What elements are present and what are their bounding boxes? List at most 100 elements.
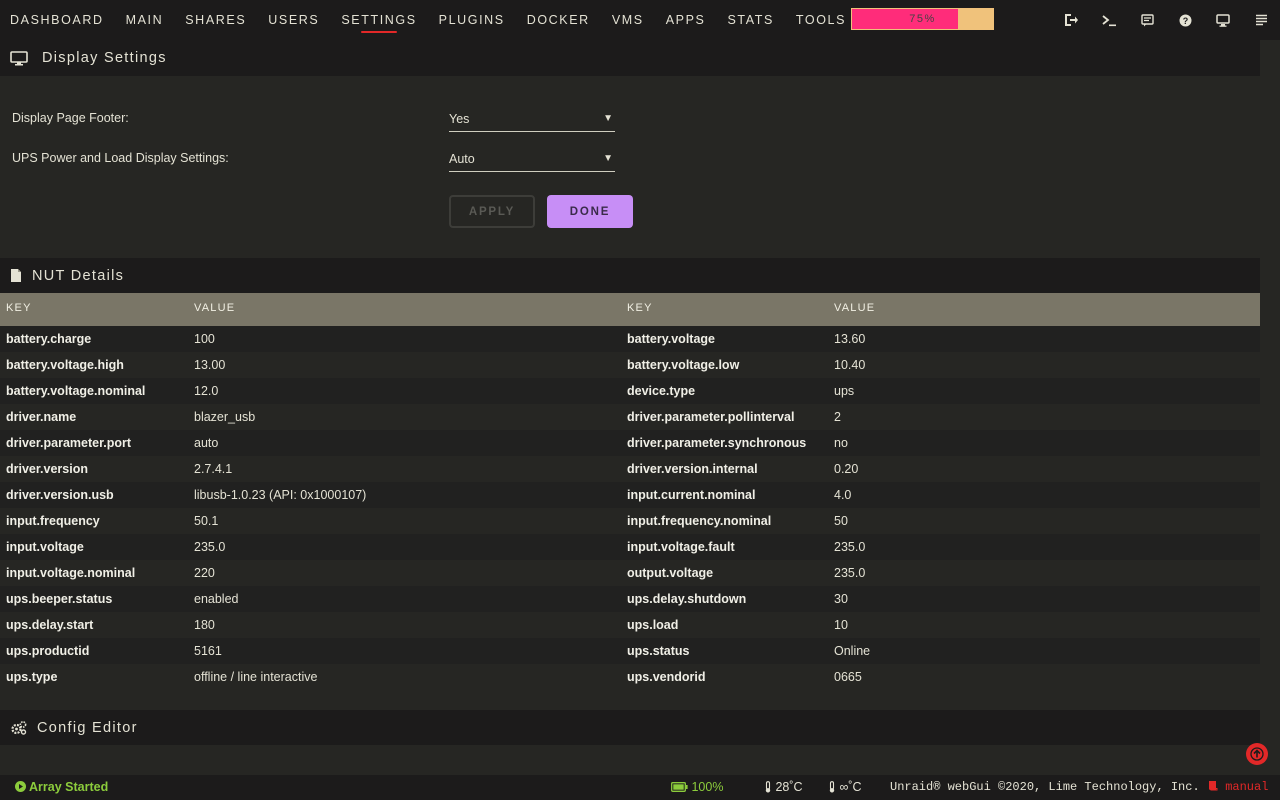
- nut-value: ups: [834, 384, 855, 398]
- nut-key: driver.parameter.synchronous: [627, 436, 807, 450]
- feedback-icon[interactable]: [1128, 0, 1166, 40]
- nut-value: 0665: [834, 670, 862, 684]
- nut-value: 50.1: [194, 514, 219, 528]
- nut-key: driver.parameter.port: [6, 436, 132, 450]
- thermometer-icon: [765, 781, 771, 793]
- nav-item-docker[interactable]: DOCKER: [527, 0, 590, 40]
- ups-display-label: UPS Power and Load Display Settings:: [12, 151, 229, 165]
- table-row: input.voltage 235.0 input.voltage.fault 235…: [0, 534, 1260, 560]
- nut-key: ups.load: [627, 618, 679, 632]
- table-row: input.voltage.nominal 220 output.voltage 23…: [0, 560, 1260, 586]
- terminal-icon[interactable]: [1090, 0, 1128, 40]
- nut-value: 0.20: [834, 462, 859, 476]
- array-usage-bar: 75%: [851, 8, 994, 30]
- manual-link-text[interactable]: manual: [1225, 780, 1268, 794]
- nut-key: input.voltage.nominal: [6, 566, 136, 580]
- apply-button[interactable]: APPLY: [449, 195, 535, 228]
- nut-value: 2: [834, 410, 841, 424]
- nav-item-apps[interactable]: APPS: [666, 0, 706, 40]
- info-icon[interactable]: [1204, 0, 1242, 40]
- table-row: driver.version 2.7.4.1 driver.version.inte…: [0, 456, 1260, 482]
- battery-percent: 100%: [691, 780, 724, 794]
- nav-item-vms[interactable]: VMS: [612, 0, 644, 40]
- nut-key: ups.productid: [6, 644, 90, 658]
- nut-key: battery.voltage.nominal: [6, 384, 146, 398]
- play-icon: [15, 781, 26, 792]
- nav-item-tools[interactable]: TOOLS: [796, 0, 846, 40]
- nut-key: ups.beeper.status: [6, 592, 113, 606]
- table-row: ups.productid 5161 ups.status Online: [0, 638, 1260, 664]
- column-header-key: KEY: [6, 302, 32, 314]
- nut-value: 50: [834, 514, 848, 528]
- svg-text:?: ?: [1182, 16, 1188, 26]
- nut-key: battery.voltage.high: [6, 358, 124, 372]
- nav-icons: ?: [1052, 0, 1280, 40]
- status-footer: Array Started 100% 28˚C ∞˚C Unraid® webG…: [0, 775, 1280, 800]
- top-navigation: DASHBOARD MAIN SHARES USERS SETTINGS PLUGINS D…: [0, 0, 1280, 40]
- log-icon[interactable]: [1242, 0, 1280, 40]
- table-row: driver.name blazer_usb driver.parameter.po…: [0, 404, 1260, 430]
- nut-value: 10: [834, 618, 848, 632]
- nut-value: 4.0: [834, 488, 852, 502]
- display-footer-value: Yes: [449, 112, 470, 126]
- nut-key: input.voltage.fault: [627, 540, 735, 554]
- display-footer-select[interactable]: Yes ▼: [449, 110, 615, 132]
- table-row: battery.voltage.high 13.00 battery.voltage…: [0, 352, 1260, 378]
- arrow-up-icon: [1250, 747, 1264, 761]
- nut-key: driver.version: [6, 462, 88, 476]
- nut-value: auto: [194, 436, 219, 450]
- monitor-icon: [9, 50, 29, 66]
- ups-battery-status: 100%: [671, 775, 723, 800]
- nav-item-dashboard[interactable]: DASHBOARD: [10, 0, 104, 40]
- nut-value: 180: [194, 618, 215, 632]
- nut-key: battery.voltage.low: [627, 358, 740, 372]
- nut-value: 235.0: [834, 540, 866, 554]
- nut-key: battery.charge: [6, 332, 92, 346]
- temperature-2: ∞˚C: [828, 775, 862, 800]
- temperature-2-value: ∞˚C: [839, 780, 862, 794]
- document-icon: [6, 268, 26, 284]
- dropdown-arrow-icon: ▼: [603, 113, 613, 124]
- table-row: driver.version.usb libusb-1.0.23 (API: 0x…: [0, 482, 1260, 508]
- nut-key: output.voltage: [627, 566, 714, 580]
- nut-value: 30: [834, 592, 848, 606]
- nut-key: ups.status: [627, 644, 690, 658]
- nut-value: blazer_usb: [194, 410, 256, 424]
- nut-value: 13.60: [834, 332, 866, 346]
- book-icon: [1209, 781, 1218, 791]
- nut-value: 100: [194, 332, 215, 346]
- nav-item-main[interactable]: MAIN: [126, 0, 164, 40]
- nut-key: driver.version.internal: [627, 462, 758, 476]
- manual-link[interactable]: manual: [1208, 775, 1268, 800]
- nut-key: driver.name: [6, 410, 77, 424]
- done-button[interactable]: DONE: [547, 195, 633, 228]
- nut-value: no: [834, 436, 848, 450]
- thermometer-icon: [829, 781, 835, 793]
- table-row: driver.parameter.port auto driver.paramete…: [0, 430, 1260, 456]
- nut-value: 235.0: [834, 566, 866, 580]
- help-icon[interactable]: ?: [1166, 0, 1204, 40]
- ups-display-select[interactable]: Auto ▼: [449, 150, 615, 172]
- logout-icon[interactable]: [1052, 0, 1090, 40]
- temperature-1: 28˚C: [764, 775, 803, 800]
- nut-value: Online: [834, 644, 871, 658]
- table-row: input.frequency 50.1 input.frequency.nomin…: [0, 508, 1260, 534]
- nav-item-shares[interactable]: SHARES: [185, 0, 246, 40]
- nav-item-plugins[interactable]: PLUGINS: [439, 0, 505, 40]
- nut-value: enabled: [194, 592, 239, 606]
- nav-item-stats[interactable]: STATS: [727, 0, 773, 40]
- nav-item-settings[interactable]: SETTINGS: [341, 0, 416, 40]
- array-status-text: Array Started: [29, 780, 109, 794]
- nut-details-header: NUT Details: [0, 258, 1260, 293]
- battery-icon: [671, 782, 688, 792]
- nut-value: libusb-1.0.23 (API: 0x1000107): [194, 488, 367, 502]
- nut-value: offline / line interactive: [194, 670, 318, 684]
- usage-bar-label: 75%: [909, 13, 936, 25]
- nav-item-users[interactable]: USERS: [268, 0, 319, 40]
- scroll-to-top-button[interactable]: [1246, 743, 1268, 765]
- nut-value: 5161: [194, 644, 222, 658]
- column-header-key: KEY: [627, 302, 653, 314]
- ups-display-value: Auto: [449, 152, 475, 166]
- table-row: ups.type offline / line interactive ups.ve…: [0, 664, 1260, 690]
- display-footer-label: Display Page Footer:: [12, 111, 129, 125]
